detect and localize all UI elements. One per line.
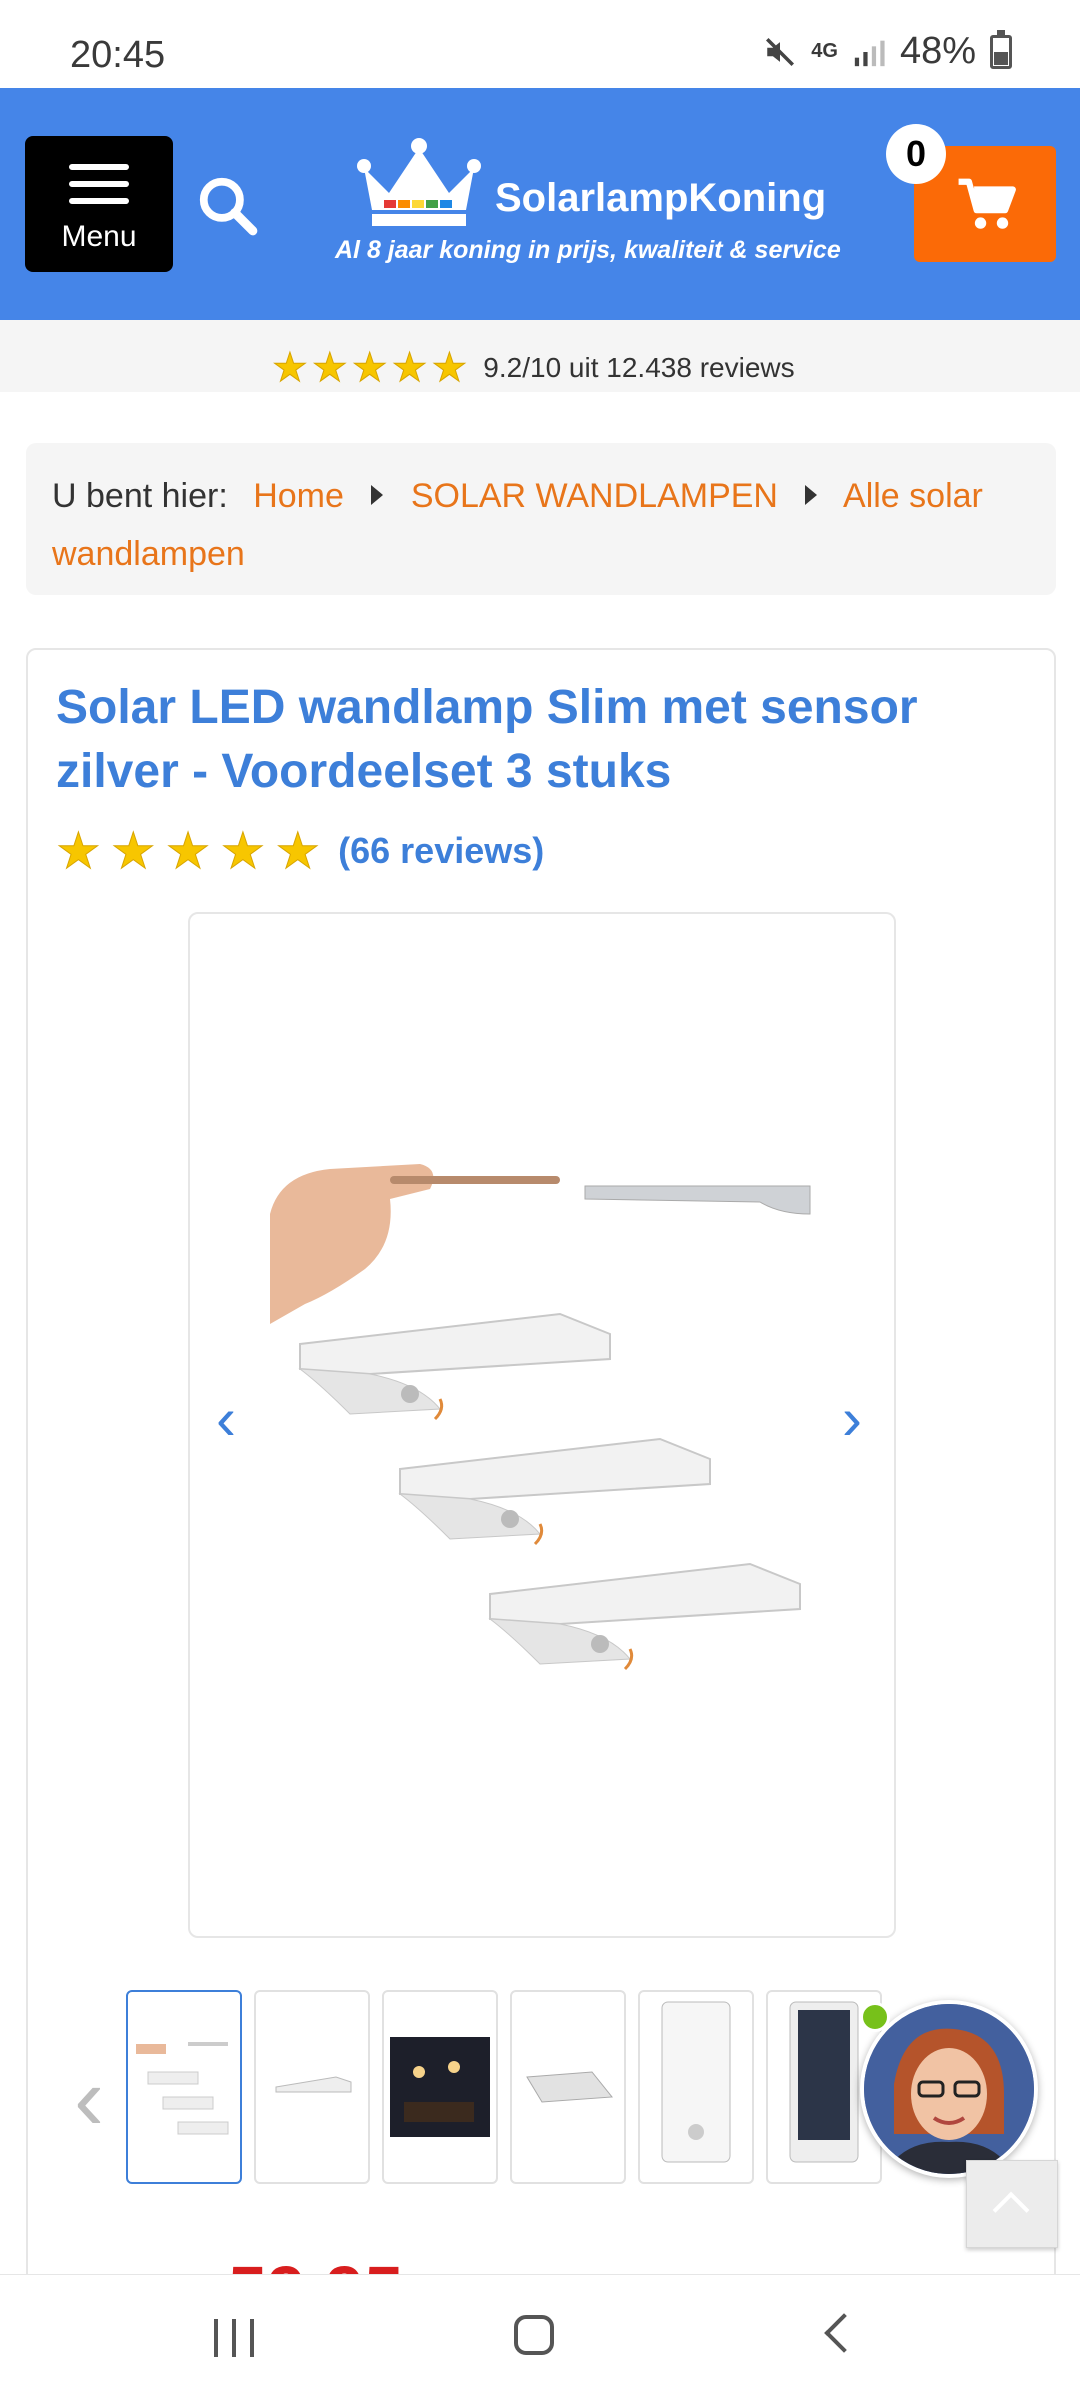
menu-label: Menu [61,220,137,253]
battery-percentage: 48% [899,30,976,72]
thumbnail-4[interactable] [510,1990,626,2184]
status-time: 20:45 [70,34,166,76]
android-navigation-bar [0,2274,1080,2401]
brand-name: SolarlampKoning [495,176,827,220]
network-label: 4G [811,40,838,62]
support-agent-avatar [864,2004,1034,2174]
search-icon[interactable] [196,174,258,236]
product-title: Solar LED wandlamp Slim met sensor zilve… [56,681,918,798]
site-rating-stars: ★ ★ ★ ★ ★ [272,346,468,390]
recent-apps-icon[interactable] [214,2319,254,2359]
cart-count-badge: 0 [886,124,946,184]
back-icon[interactable] [824,2313,864,2353]
breadcrumb-separator-icon [805,485,818,505]
star-icon: ★ [311,346,348,390]
breadcrumb-separator-icon [371,485,384,505]
mute-icon [766,37,795,66]
star-icon: ★ [220,823,266,879]
signal-icon [854,40,885,66]
status-bar: 20:45 4G 48% [0,0,1080,88]
chevron-left-icon[interactable]: ‹ [216,1384,236,1453]
breadcrumb-prefix: U bent hier: [52,477,228,515]
scroll-to-top-button[interactable] [966,2160,1058,2248]
star-icon: ★ [351,346,388,390]
chat-avatar-button[interactable] [860,2000,1038,2178]
star-icon: ★ [56,823,102,879]
site-rating-text[interactable]: 9.2/10 uit 12.438 reviews [483,352,794,384]
site-rating-bar: ★ ★ ★ ★ ★ 9.2/10 uit 12.438 reviews [0,320,1080,392]
brand-logo[interactable]: SolarlampKoning Al 8 jaar koning in prij… [330,138,850,278]
star-icon: ★ [165,823,211,879]
crown-icon [357,138,481,226]
online-status-dot [860,2002,890,2032]
battery-icon [990,29,1012,69]
breadcrumb-home[interactable]: Home [253,477,344,515]
thumbnail-prev-icon[interactable]: ‹ [74,2048,104,2151]
site-header: Menu SolarlampKoning Al 8 jaar koning in… [0,88,1080,320]
brand-tagline: Al 8 jaar koning in prijs, kwaliteit & s… [335,236,841,264]
star-icon: ★ [272,346,309,390]
status-icons: 4G 48% [763,29,1012,73]
product-main-image[interactable]: ‹ › [188,912,896,1938]
cart-icon [958,178,1016,229]
thumbnail-5[interactable] [638,1990,754,2184]
thumbnail-3[interactable] [382,1990,498,2184]
product-image [270,1164,811,1671]
breadcrumb: U bent hier: Home SOLAR WANDLAMPEN Alle … [26,443,1056,595]
star-icon: ★ [110,823,156,879]
hamburger-icon [69,164,129,204]
thumbnail-1[interactable] [126,1990,242,2184]
chevron-right-icon[interactable]: › [842,1384,862,1453]
thumbnail-2[interactable] [254,1990,370,2184]
product-rating: ★ ★ ★ ★ ★ (66 reviews) [56,823,545,879]
star-icon: ★ [431,346,468,390]
home-icon[interactable] [514,2315,554,2355]
star-icon: ★ [275,823,321,879]
star-icon: ★ [391,346,428,390]
reviews-link[interactable]: (66 reviews) [338,830,544,872]
menu-button[interactable]: Menu [25,136,173,272]
breadcrumb-category[interactable]: SOLAR WANDLAMPEN [411,477,778,515]
